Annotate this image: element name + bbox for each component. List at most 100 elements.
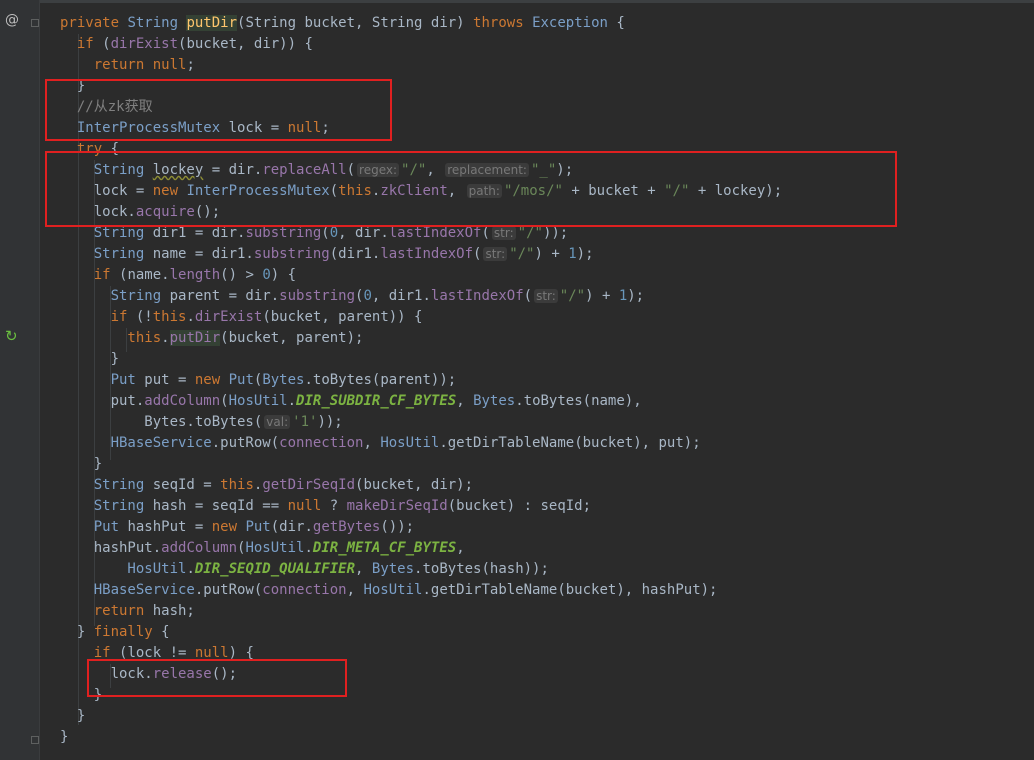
code-token: "/"	[517, 225, 543, 241]
code-token: (dir.	[270, 519, 313, 535]
code-token: .	[186, 309, 195, 325]
code-token: Put	[60, 372, 145, 388]
code-line[interactable]: HBaseService.putRow(connection, HosUtil.…	[60, 433, 782, 454]
code-token: substring	[279, 288, 356, 304]
code-line[interactable]: private String putDir(String bucket, Str…	[60, 13, 782, 34]
code-line[interactable]: lock = new InterProcessMutex(this.zkClie…	[60, 181, 782, 202]
code-token: .	[161, 330, 170, 346]
code-line[interactable]: String lockey = dir.replaceAll(regex: "/"…	[60, 160, 782, 181]
code-token: DIR_META_CF_BYTES	[312, 540, 457, 556]
code-line[interactable]: String name = dir1.substring(dir1.lastIn…	[60, 244, 782, 265]
code-token: .toBytes(parent));	[304, 372, 457, 388]
recursion-icon[interactable]: ↻	[5, 327, 18, 345]
code-line[interactable]: }	[60, 727, 782, 748]
code-token: (	[102, 36, 111, 52]
code-token: Bytes	[371, 561, 415, 577]
code-line[interactable]: Put put = new Put(Bytes.toBytes(parent))…	[60, 370, 782, 391]
code-line[interactable]: InterProcessMutex lock = null;	[60, 118, 782, 139]
override-icon[interactable]: @	[5, 12, 19, 28]
code-line[interactable]: }	[60, 706, 782, 727]
code-token: Bytes.toBytes(	[60, 414, 263, 430]
code-line[interactable]: String hash = seqId == null ? makeDirSeq…	[60, 496, 782, 517]
code-token: HBaseService	[60, 582, 195, 598]
code-token: private	[60, 15, 128, 31]
code-line[interactable]: Put hashPut = new Put(dir.getBytes());	[60, 517, 782, 538]
code-token: HosUtil	[245, 540, 305, 556]
code-token: );	[627, 288, 645, 304]
code-token: }	[60, 687, 103, 703]
code-line[interactable]: if (lock != null) {	[60, 643, 782, 664]
code-line[interactable]: String parent = dir.substring (0, dir1.la…	[60, 286, 782, 307]
code-token: ,	[456, 540, 465, 556]
code-line[interactable]: put.addColumn(HosUtil.DIR_SUBDIR_CF_BYTE…	[60, 391, 782, 412]
code-editor[interactable]: @ ↻ private String putDir(String bucket,…	[0, 0, 1034, 760]
code-line[interactable]: hashPut.addColumn(HosUtil.DIR_META_CF_BY…	[60, 538, 782, 559]
code-token: new	[152, 183, 187, 199]
code-token: (	[220, 393, 229, 409]
code-token: this	[60, 330, 162, 346]
code-token: hash = seqId ==	[152, 498, 288, 514]
code-token: put =	[144, 372, 195, 388]
code-token: this	[338, 183, 372, 199]
editor-tab-strip-edge	[0, 0, 1034, 3]
code-token: Put	[245, 519, 271, 535]
code-line[interactable]: }	[60, 76, 782, 97]
code-token: 0	[363, 288, 372, 304]
code-line[interactable]: this.putDir(bucket, parent);	[60, 328, 782, 349]
code-token: .getDirTableName(bucket), put);	[439, 435, 701, 451]
code-token: {	[161, 624, 170, 640]
code-token: String	[127, 15, 187, 31]
code-line[interactable]: return hash;	[60, 601, 782, 622]
code-token: HosUtil	[60, 561, 187, 577]
code-token: ,	[456, 393, 474, 409]
code-token: );	[576, 246, 594, 262]
code-token: (	[321, 225, 330, 241]
parameter-hint: path:	[466, 184, 502, 198]
code-token: ) +	[585, 288, 619, 304]
code-line[interactable]: } finally {	[60, 622, 782, 643]
code-token: release	[152, 666, 212, 682]
code-token: DIR_SUBDIR_CF_BYTES	[296, 393, 457, 409]
code-token: ));	[542, 225, 569, 241]
code-line[interactable]: HBaseService.putRow(connection, HosUtil.…	[60, 580, 782, 601]
code-line[interactable]: lock.release();	[60, 664, 782, 685]
code-token: name = dir1.	[152, 246, 254, 262]
code-line[interactable]: if (dirExist(bucket, dir)) {	[60, 34, 782, 55]
code-line[interactable]: lock.acquire();	[60, 202, 782, 223]
code-token: substring	[253, 246, 330, 262]
code-token: .putRow(	[211, 435, 280, 451]
code-token: dir1 = dir.	[152, 225, 246, 241]
code-line[interactable]: }	[60, 685, 782, 706]
code-line[interactable]: HosUtil.DIR_SEQID_QUALIFIER, Bytes.toByt…	[60, 559, 782, 580]
code-line[interactable]: //从zk获取	[60, 97, 782, 118]
code-token: Bytes	[262, 372, 305, 388]
code-token: }	[60, 456, 103, 472]
code-token: lastIndexOf	[430, 288, 524, 304]
code-line[interactable]: }	[60, 454, 782, 475]
code-token: String	[60, 498, 153, 514]
code-token: () >	[220, 267, 263, 283]
code-token: ,	[355, 561, 372, 577]
code-token: {	[616, 15, 625, 31]
fold-marker-icon[interactable]	[31, 19, 39, 27]
code-token: '1'	[292, 414, 318, 430]
code-token: ,	[426, 162, 444, 178]
code-line[interactable]: String dir1 = dir.substring(0, dir.lastI…	[60, 223, 782, 244]
code-line[interactable]: if (!this.dirExist(bucket, parent)) {	[60, 307, 782, 328]
code-area[interactable]: private String putDir(String bucket, Str…	[60, 13, 782, 748]
code-token: String	[60, 225, 153, 241]
code-line[interactable]: try {	[60, 139, 782, 160]
code-token: ) {	[228, 645, 254, 661]
code-token: }	[60, 624, 94, 640]
code-token: (	[473, 246, 482, 262]
code-line[interactable]: }	[60, 349, 782, 370]
fold-marker-icon[interactable]	[31, 736, 39, 744]
code-token: seqId =	[152, 477, 221, 493]
code-line[interactable]: String seqId = this.getDirSeqId(bucket, …	[60, 475, 782, 496]
code-token: getDirSeqId	[262, 477, 356, 493]
code-line[interactable]: Bytes.toBytes(val: '1'));	[60, 412, 782, 433]
parameter-hint: replacement:	[445, 163, 529, 177]
code-token: (!	[135, 309, 153, 325]
code-line[interactable]: if (name.length() > 0) {	[60, 265, 782, 286]
code-line[interactable]: return null;	[60, 55, 782, 76]
